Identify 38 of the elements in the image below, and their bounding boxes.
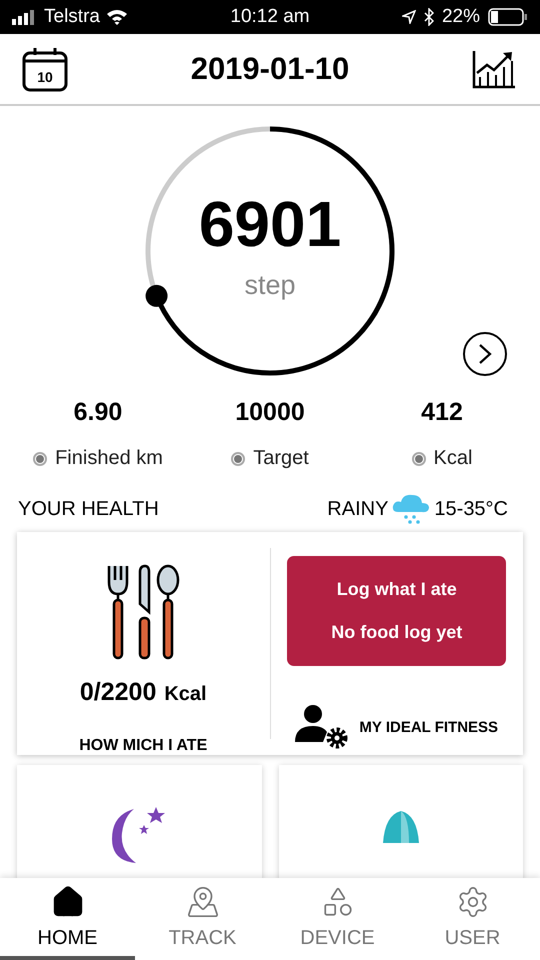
- map-pin-icon: [186, 885, 220, 919]
- weather-label: RAINY: [327, 498, 388, 520]
- radio-dot-icon: [33, 452, 48, 466]
- radio-dot-icon: [412, 452, 426, 466]
- section-title: YOUR HEALTH: [18, 498, 159, 520]
- stat-label: Finished km: [55, 447, 163, 470]
- nav-tab[interactable]: DEVICE: [270, 878, 405, 960]
- battery-icon: [488, 8, 528, 26]
- growth-chart-icon[interactable]: [472, 49, 516, 89]
- wifi-icon: [106, 9, 128, 25]
- stat-value: 6.90: [74, 398, 122, 427]
- sleep-card[interactable]: [17, 765, 262, 878]
- calorie-unit: Kcal: [164, 683, 207, 706]
- next-button[interactable]: [463, 332, 507, 376]
- battery-percent: 22%: [442, 6, 480, 28]
- step-unit: step: [244, 270, 296, 300]
- radio-dot-icon: [231, 452, 246, 466]
- nav-tab[interactable]: TRACK: [135, 878, 270, 960]
- log-food-button[interactable]: Log what I ate No food log yet: [287, 556, 506, 666]
- clock-time: 10:12 am: [230, 6, 310, 28]
- calorie-amount: 0/2200: [80, 678, 156, 707]
- date-title: 2019-01-10: [190, 51, 350, 87]
- location-arrow-icon: [402, 10, 416, 24]
- stat-label: Kcal: [434, 447, 472, 470]
- nav-tab[interactable]: USER: [405, 878, 540, 960]
- ideal-fitness-link[interactable]: MY IDEAL FITNESS: [295, 704, 498, 750]
- carrier-name: Telstra: [44, 6, 100, 28]
- stat-value: 10000: [235, 398, 305, 427]
- rain-cloud-icon: [392, 492, 430, 526]
- stat-value: 412: [421, 398, 463, 427]
- step-count: 6901: [198, 192, 342, 256]
- chevron-right-icon: [478, 343, 492, 365]
- cutlery-icon: [105, 564, 182, 660]
- stat-label: Target: [253, 447, 309, 470]
- nav-tab[interactable]: HOME: [0, 878, 135, 960]
- bluetooth-icon: [424, 8, 434, 26]
- food-caption: HOW MICH I ATE: [79, 737, 208, 755]
- temperature-range: 15-35°C: [434, 498, 508, 520]
